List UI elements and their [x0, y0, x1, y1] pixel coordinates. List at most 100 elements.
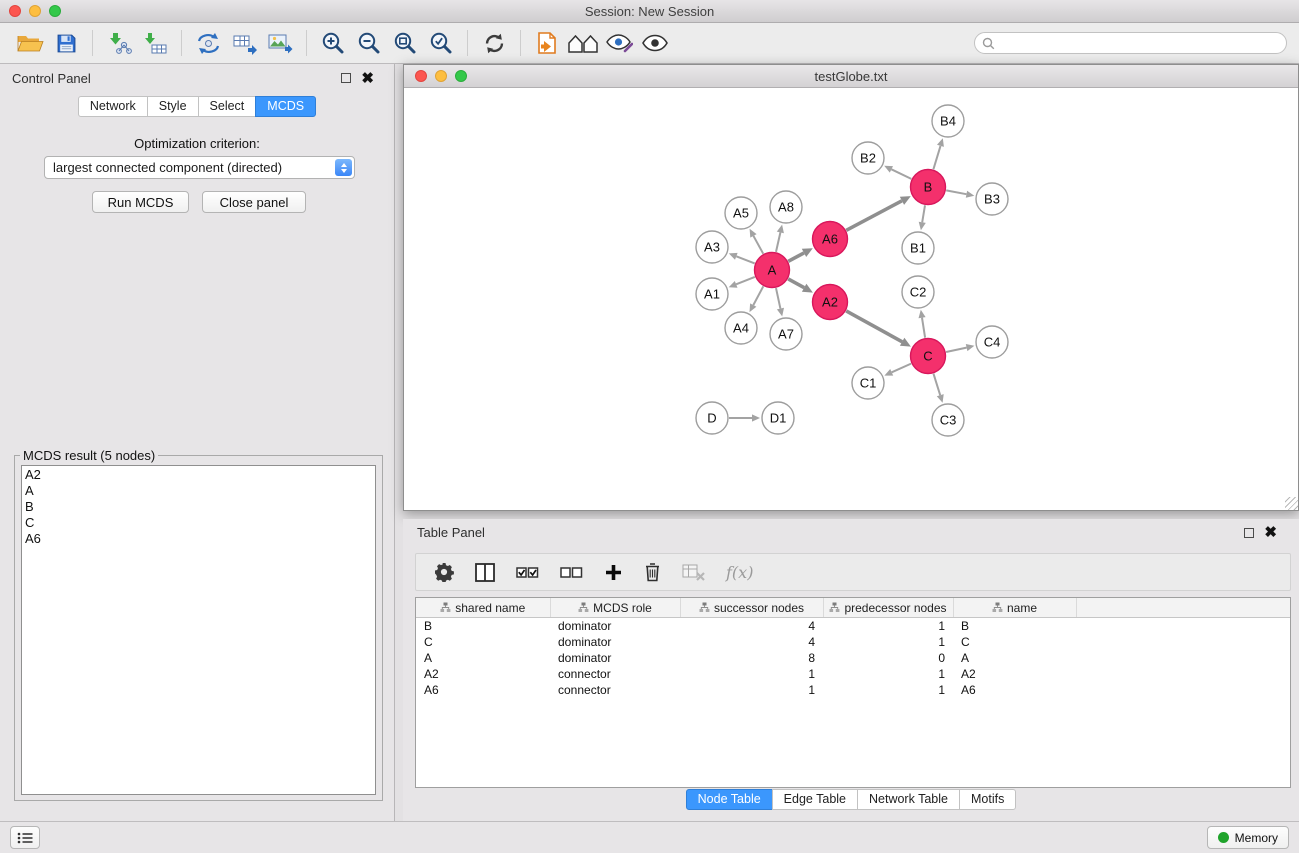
graph-edge-B-B3[interactable]	[946, 190, 966, 194]
control-panel-tabs: NetworkStyleSelectMCDS	[0, 96, 394, 117]
network-minimize-button[interactable]	[435, 70, 447, 82]
task-history-button[interactable]	[10, 826, 40, 849]
network-canvas[interactable]: B4B2BB3A5A8A6B1A3AC2A1A2A4A7C4CC1DD1C3	[405, 88, 1297, 509]
graph-node-label: A1	[704, 287, 720, 302]
network-window-title: testGlobe.txt	[815, 69, 888, 84]
tab-select[interactable]: Select	[198, 96, 257, 117]
table-row[interactable]: Cdominator41C	[416, 634, 1290, 650]
graph-edge-A-A6[interactable]	[788, 253, 804, 261]
tab-network[interactable]: Network	[78, 96, 148, 117]
graph-edge-A-A5[interactable]	[753, 236, 763, 254]
graph-edge-A2-C[interactable]	[846, 311, 902, 342]
tab-node-table[interactable]: Node Table	[686, 789, 773, 810]
toolbar-separator	[520, 30, 521, 56]
resize-grip-icon[interactable]	[1285, 497, 1298, 510]
graph-edge-B-B4[interactable]	[933, 146, 940, 169]
column-header-shared-name[interactable]: shared name	[416, 598, 550, 618]
mcds-result-item[interactable]: A	[22, 483, 375, 499]
import-network-button[interactable]	[101, 27, 137, 59]
tab-style[interactable]: Style	[147, 96, 199, 117]
zoom-window-button[interactable]	[49, 5, 61, 17]
float-table-panel-icon[interactable]	[1244, 528, 1254, 538]
export-network-icon	[196, 32, 221, 55]
graph-edge-C-C2[interactable]	[922, 318, 925, 338]
graph-edge-C-C3[interactable]	[934, 374, 941, 396]
mcds-result-list[interactable]: A2ABCA6	[21, 465, 376, 795]
control-panel: Control Panel ✖ NetworkStyleSelectMCDS O…	[0, 64, 395, 821]
attribute-icon	[992, 602, 1003, 613]
zoom-in-button[interactable]	[315, 27, 351, 59]
show-columns-button[interactable]	[475, 563, 495, 582]
table-row[interactable]: Bdominator41B	[416, 618, 1290, 635]
close-table-panel-icon[interactable]: ✖	[1264, 525, 1277, 540]
apply-layout-button[interactable]	[476, 27, 512, 59]
mcds-result-item[interactable]: A6	[22, 531, 375, 547]
table-row[interactable]: Adominator80A	[416, 650, 1290, 666]
mcds-result-item[interactable]: B	[22, 499, 375, 515]
network-canvas-svg: B4B2BB3A5A8A6B1A3AC2A1A2A4A7C4CC1DD1C3	[405, 88, 1297, 509]
column-header-successor-nodes[interactable]: successor nodes	[680, 598, 823, 618]
add-column-button[interactable]	[604, 563, 623, 582]
column-header-predecessor-nodes[interactable]: predecessor nodes	[823, 598, 953, 618]
tab-mcds[interactable]: MCDS	[255, 96, 316, 117]
tab-motifs[interactable]: Motifs	[959, 789, 1016, 810]
open-session-file-button[interactable]	[529, 27, 565, 59]
network-zoom-button[interactable]	[455, 70, 467, 82]
table-row[interactable]: A2connector11A2	[416, 666, 1290, 682]
zoom-fit-button[interactable]	[387, 27, 423, 59]
zoom-selected-button[interactable]	[423, 27, 459, 59]
close-window-button[interactable]	[9, 5, 21, 17]
search-field[interactable]	[974, 32, 1287, 54]
graph-edge-A-A4[interactable]	[753, 286, 763, 305]
tab-network-table[interactable]: Network Table	[857, 789, 960, 810]
graph-edge-A-A8[interactable]	[776, 232, 780, 252]
graph-edge-B-B2[interactable]	[891, 169, 911, 179]
first-neighbors-button[interactable]	[565, 27, 601, 59]
graph-edge-A-A2[interactable]	[788, 279, 804, 288]
run-mcds-button[interactable]: Run MCDS	[92, 191, 189, 213]
save-session-button[interactable]	[48, 27, 84, 59]
delete-column-button[interactable]	[644, 562, 661, 582]
deselect-all-button[interactable]	[560, 563, 583, 581]
graph-edge-A-A1[interactable]	[736, 277, 755, 284]
graph-node-label: A6	[822, 232, 838, 247]
node-table-grid: shared nameMCDS rolesuccessor nodesprede…	[416, 598, 1290, 698]
float-panel-icon[interactable]	[341, 73, 351, 83]
hide-graphics-details-button[interactable]	[601, 27, 637, 59]
import-table-button[interactable]	[137, 27, 173, 59]
optimization-criterion-select[interactable]: largest connected component (directed)	[44, 156, 355, 179]
export-image-icon	[267, 32, 293, 54]
column-header-name[interactable]: name	[953, 598, 1076, 618]
zoom-out-button[interactable]	[351, 27, 387, 59]
network-window-titlebar[interactable]: testGlobe.txt	[404, 65, 1298, 88]
graph-edge-A-A7[interactable]	[776, 288, 780, 309]
column-header-MCDS-role[interactable]: MCDS role	[550, 598, 680, 618]
graph-edge-A6-B[interactable]	[846, 201, 902, 231]
network-close-button[interactable]	[415, 70, 427, 82]
function-builder-button[interactable]: f(x)	[726, 563, 753, 582]
export-network-button[interactable]	[190, 27, 226, 59]
memory-button[interactable]: Memory	[1207, 826, 1289, 849]
delete-table-button[interactable]	[682, 564, 705, 581]
graph-edge-A-A3[interactable]	[736, 256, 754, 263]
minimize-window-button[interactable]	[29, 5, 41, 17]
table-row[interactable]: A6connector11A6	[416, 682, 1290, 698]
graph-edge-C-C4[interactable]	[946, 348, 967, 352]
close-panel-icon[interactable]: ✖	[361, 71, 374, 86]
mcds-result-item[interactable]: A2	[22, 467, 375, 483]
show-graphics-details-button[interactable]	[637, 27, 673, 59]
close-panel-button[interactable]: Close panel	[202, 191, 306, 213]
open-file-button[interactable]	[12, 27, 48, 59]
export-image-button[interactable]	[262, 27, 298, 59]
search-input[interactable]	[999, 35, 1279, 51]
graph-edge-C-C1[interactable]	[892, 364, 911, 373]
tab-edge-table[interactable]: Edge Table	[772, 789, 858, 810]
column-settings-button[interactable]	[434, 562, 454, 582]
select-all-button[interactable]	[516, 563, 539, 581]
eye-icon	[641, 34, 669, 52]
export-table-button[interactable]	[226, 27, 262, 59]
search-icon	[982, 37, 995, 50]
graph-edge-B-B1[interactable]	[922, 205, 925, 222]
mcds-result-item[interactable]: C	[22, 515, 375, 531]
toolbar-separator	[306, 30, 307, 56]
